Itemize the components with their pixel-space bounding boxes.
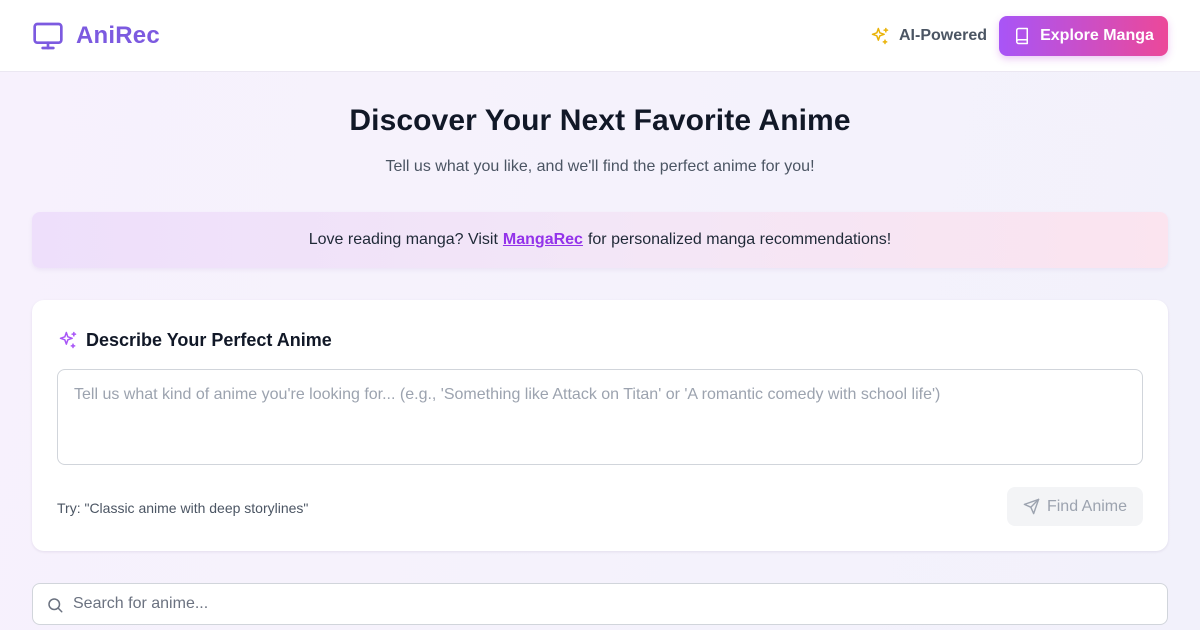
explore-manga-button[interactable]: Explore Manga [999, 16, 1168, 56]
ai-powered-label: AI-Powered [899, 27, 988, 44]
promo-text-before: Love reading manga? Visit [308, 231, 498, 248]
explore-manga-label: Explore Manga [1040, 27, 1154, 44]
card-heading-label: Describe Your Perfect Anime [86, 329, 332, 350]
book-icon [1016, 27, 1029, 45]
anime-description-input[interactable] [57, 369, 1143, 465]
anime-search-input[interactable] [73, 584, 1163, 624]
mangarec-link[interactable]: MangaRec [503, 231, 583, 249]
describe-anime-card: Describe Your Perfect Anime Try: "Classi… [32, 300, 1168, 551]
tv-icon [33, 22, 63, 50]
page-title: Discover Your Next Favorite Anime [349, 104, 851, 137]
example-hint: Try: "Classic anime with deep storylines… [57, 500, 309, 516]
page-subtitle: Tell us what you like, and we'll find th… [385, 158, 815, 175]
search-icon [48, 598, 63, 613]
find-anime-button[interactable]: Find Anime [1007, 487, 1143, 526]
find-anime-label: Find Anime [1046, 497, 1128, 515]
sparkles-icon [59, 331, 77, 349]
send-icon [1023, 498, 1040, 515]
brand-name: AniRec [76, 22, 160, 49]
card-heading: Describe Your Perfect Anime [58, 328, 332, 352]
brand-logo[interactable]: AniRec [32, 20, 160, 52]
promo-text-after: for personalized manga recommendations! [587, 231, 892, 248]
ai-powered-badge: AI-Powered [870, 25, 987, 47]
sparkles-icon [871, 27, 889, 45]
manga-promo-banner: Love reading manga? Visit MangaRec for p… [32, 212, 1168, 268]
anime-search-bar [32, 583, 1168, 625]
top-navbar: AniRec AI-Powered Explore Manga [0, 0, 1200, 72]
